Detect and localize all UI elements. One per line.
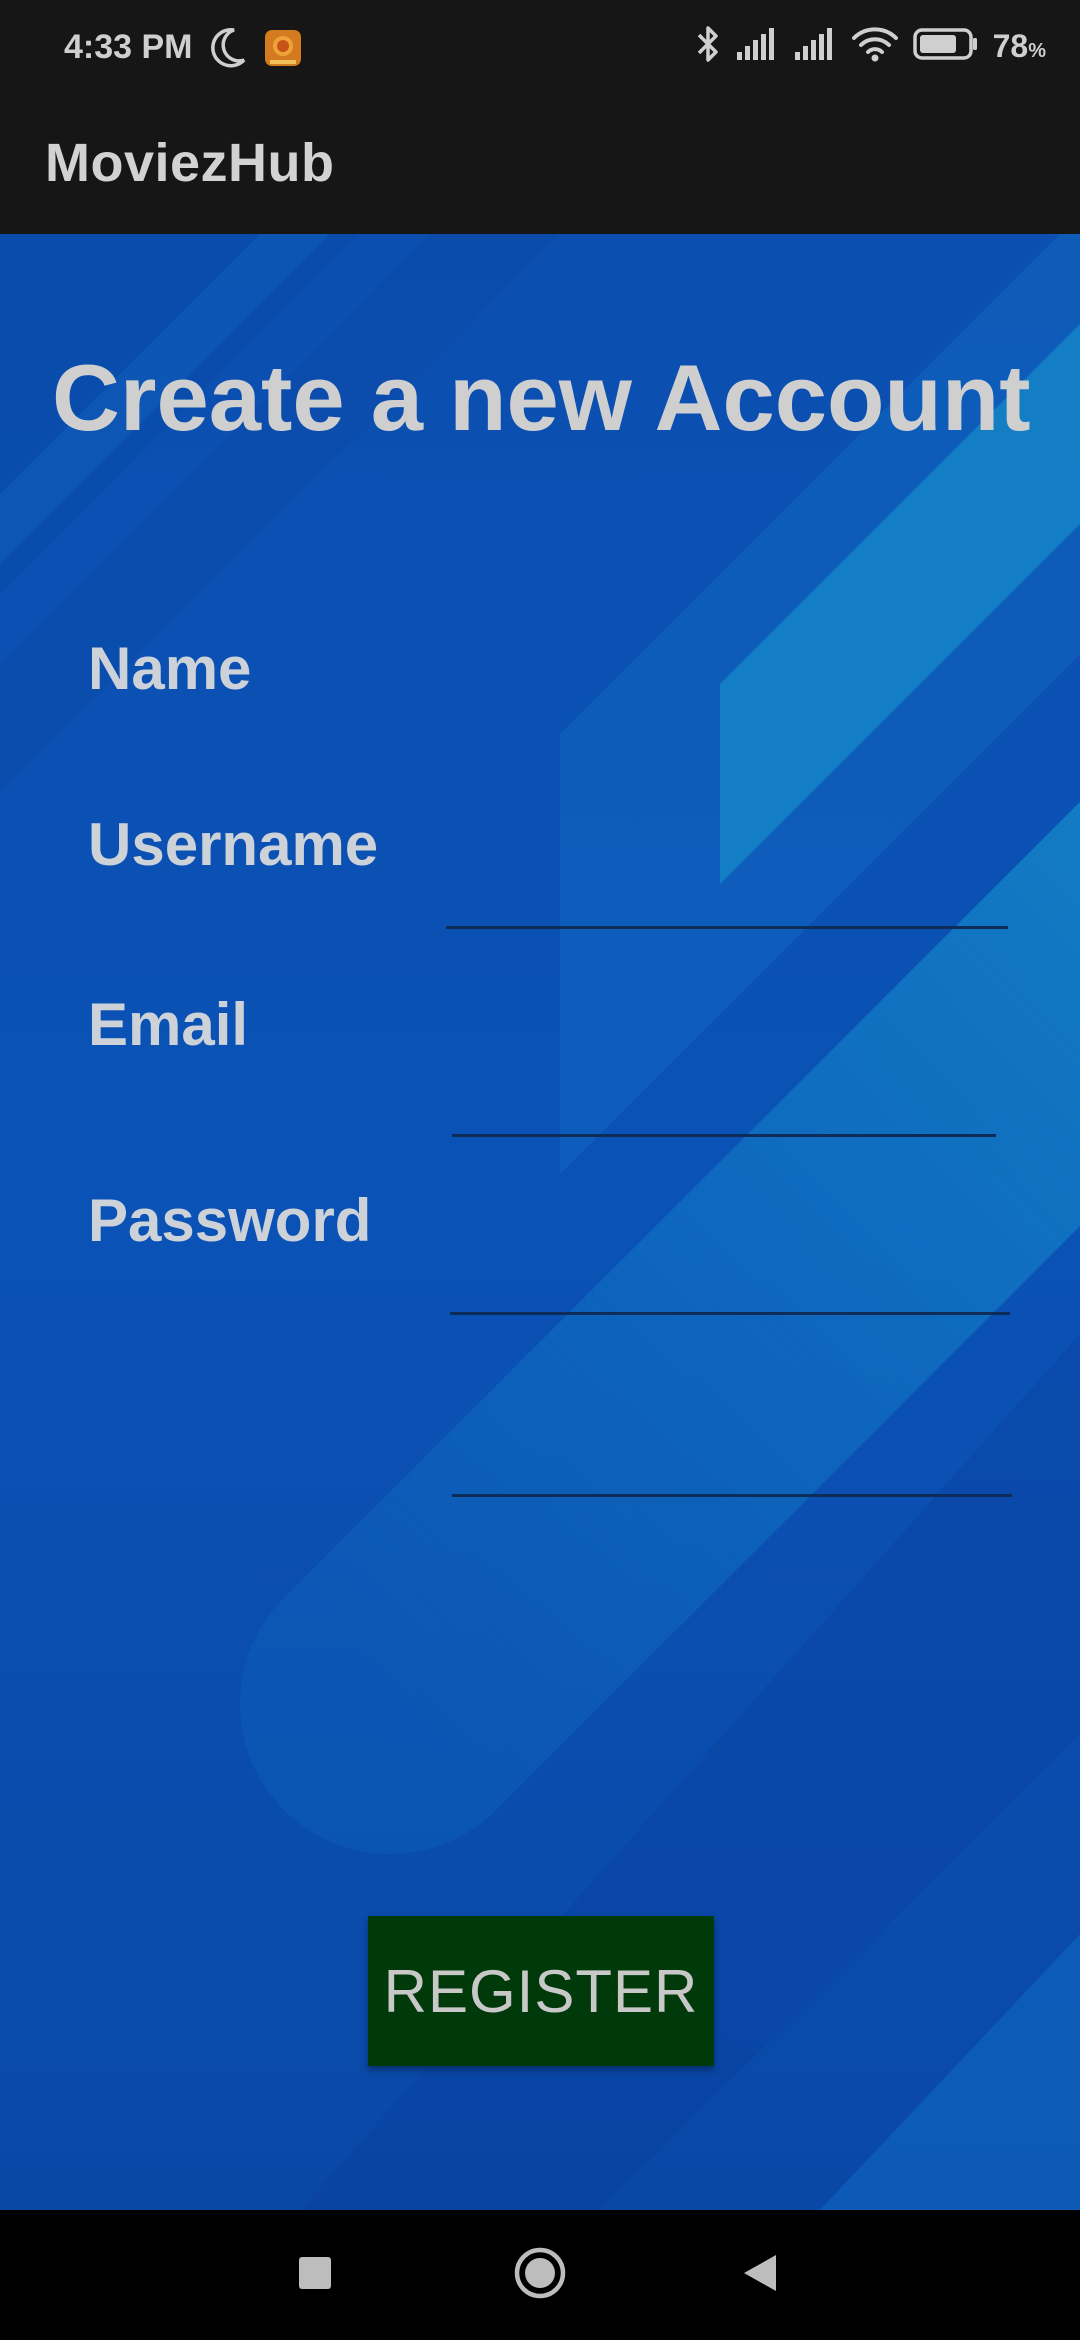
bluetooth-icon <box>695 24 721 69</box>
status-time: 4:33 PM <box>64 28 193 66</box>
status-right-icons: 78% <box>695 24 1046 69</box>
battery-icon <box>912 27 979 66</box>
signal-icon <box>793 26 837 67</box>
back-triangle-icon <box>742 2253 778 2298</box>
name-input[interactable] <box>446 864 1008 929</box>
app-notification-icon <box>264 28 302 73</box>
recents-square-icon <box>298 2256 332 2295</box>
username-label: Username <box>88 811 379 878</box>
email-label: Email <box>88 991 249 1058</box>
battery-percent-value: 78 <box>992 28 1029 64</box>
recents-button[interactable] <box>255 2210 375 2340</box>
home-circle-icon <box>513 2246 567 2305</box>
password-input[interactable] <box>452 1432 1012 1497</box>
battery-percent: 78% <box>993 28 1046 65</box>
username-input[interactable] <box>452 1072 996 1137</box>
app-title: MoviezHub <box>45 133 335 193</box>
name-label: Name <box>88 635 252 702</box>
back-button[interactable] <box>700 2210 820 2340</box>
wifi-icon <box>851 25 899 68</box>
app-bar: MoviezHub <box>0 100 1080 234</box>
moon-icon <box>208 26 248 75</box>
status-bar: 4:33 PM 78% <box>0 0 1080 100</box>
password-label: Password <box>88 1187 372 1254</box>
battery-percent-unit: % <box>1028 40 1046 62</box>
navigation-bar <box>0 2210 1080 2340</box>
email-input[interactable] <box>450 1250 1010 1315</box>
status-left-icons <box>208 26 302 75</box>
page-title: Create a new Account <box>52 345 1031 450</box>
register-button[interactable]: REGISTER <box>368 1916 714 2066</box>
screen: 4:33 PM 78% MoviezHub Create a new Accou… <box>0 0 1080 2340</box>
home-button[interactable] <box>480 2210 600 2340</box>
signal-icon <box>735 26 779 67</box>
registration-form: Create a new Account Name Username Email… <box>0 234 1080 2210</box>
